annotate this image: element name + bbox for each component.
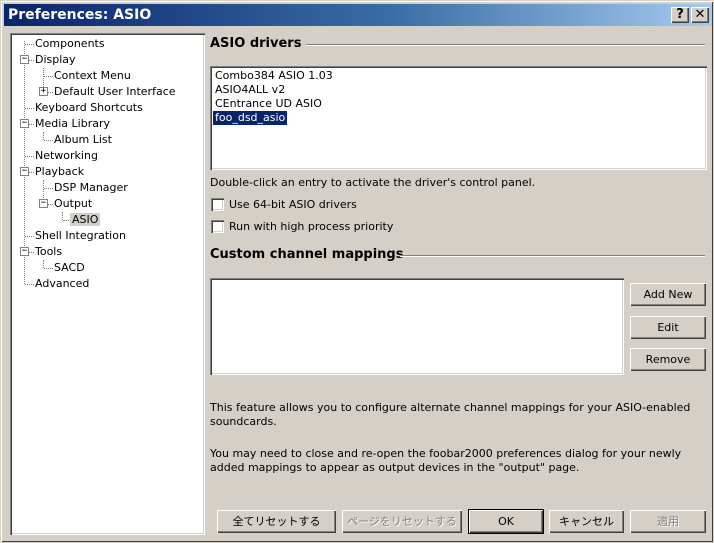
tree-item-label: Components	[35, 37, 105, 50]
tree-item-tools[interactable]: Tools	[33, 244, 64, 260]
expand-icon[interactable]: +	[39, 87, 48, 96]
help-icon: ?	[676, 7, 684, 22]
help-button[interactable]: ?	[671, 7, 689, 23]
mappings-info-text: This feature allows you to configure alt…	[210, 401, 691, 414]
tree-item-shell-integration[interactable]: Shell Integration	[33, 228, 128, 244]
tree-item-label: Keyboard Shortcuts	[35, 101, 143, 114]
tree-item-output[interactable]: Output	[52, 196, 94, 212]
tree-item-label: Shell Integration	[35, 229, 126, 242]
tree-item-keyboard-shortcuts[interactable]: Keyboard Shortcuts	[33, 100, 145, 116]
use-64bit-label[interactable]: Use 64-bit ASIO drivers	[229, 198, 357, 211]
high-priority-checkbox[interactable]	[211, 220, 224, 233]
tree-item-label: Context Menu	[54, 69, 131, 82]
tree-item-components[interactable]: Components	[33, 36, 107, 52]
preferences-tree[interactable]: Components − Display Context Menu + Defa…	[10, 33, 205, 535]
tree-line	[62, 212, 63, 220]
tree-item-context-menu[interactable]: Context Menu	[52, 68, 133, 84]
tree-item-label: Display	[35, 53, 76, 66]
ok-button[interactable]: OK	[469, 510, 543, 533]
tree-item-default-user-interface[interactable]: Default User Interface	[52, 84, 178, 100]
asio-drivers-heading: ASIO drivers	[210, 36, 302, 51]
section-divider	[400, 255, 705, 257]
apply-button[interactable]: 適用	[630, 510, 706, 533]
collapse-icon[interactable]: −	[20, 247, 29, 256]
tree-item-label: SACD	[54, 261, 85, 274]
tree-item-media-library[interactable]: Media Library	[33, 116, 112, 132]
tree-item-label: Album List	[54, 133, 112, 146]
tree-item-label: Advanced	[35, 277, 90, 290]
tree-item-dsp-manager[interactable]: DSP Manager	[52, 180, 130, 196]
use-64bit-checkbox[interactable]	[211, 198, 224, 211]
cancel-button[interactable]: キャンセル	[549, 510, 624, 533]
asio-driver-list[interactable]: Combo384 ASIO 1.03 ASIO4ALL v2 CEntrance…	[210, 66, 707, 170]
tree-item-advanced[interactable]: Advanced	[33, 276, 91, 292]
high-priority-label[interactable]: Run with high process priority	[229, 220, 393, 233]
window-title: Preferences: ASIO	[8, 7, 152, 23]
section-divider	[306, 44, 705, 46]
mappings-info-text: soundcards.	[210, 415, 277, 428]
tree-item-label: Default User Interface	[54, 85, 176, 98]
mappings-note-text: You may need to close and re-open the fo…	[210, 447, 682, 460]
close-icon: ✕	[694, 7, 706, 22]
tree-item-asio[interactable]: ASIO	[70, 212, 101, 228]
collapse-icon[interactable]: −	[39, 199, 48, 208]
tree-item-label: ASIO	[70, 213, 101, 226]
edit-button[interactable]: Edit	[630, 316, 706, 339]
tree-item-label: Output	[54, 197, 93, 210]
tree-line	[43, 132, 44, 140]
close-button[interactable]: ✕	[691, 7, 709, 23]
collapse-icon[interactable]: −	[20, 167, 29, 176]
driver-item-asio4all[interactable]: ASIO4ALL v2	[213, 83, 287, 97]
tree-item-label: Media Library	[35, 117, 110, 130]
tree-item-album-list[interactable]: Album List	[52, 132, 114, 148]
add-new-button[interactable]: Add New	[630, 283, 706, 306]
collapse-icon[interactable]: −	[20, 55, 29, 64]
tree-item-networking[interactable]: Networking	[33, 148, 100, 164]
tree-item-label: Tools	[35, 245, 63, 258]
tree-item-label: DSP Manager	[54, 181, 128, 194]
reset-all-button[interactable]: 全てリセットする	[217, 510, 336, 533]
channel-mappings-list[interactable]	[210, 278, 624, 375]
reset-page-button[interactable]: ページをリセットする	[342, 510, 462, 533]
title-bar[interactable]: Preferences: ASIO ? ✕	[4, 4, 712, 26]
mappings-note-text: added mappings to appear as output devic…	[210, 461, 580, 474]
channel-mappings-heading: Custom channel mappings	[210, 247, 404, 262]
tree-line	[43, 260, 44, 268]
driver-item-centrance[interactable]: CEntrance UD ASIO	[213, 97, 324, 111]
preferences-window: Preferences: ASIO ? ✕ Components − Displ…	[0, 0, 714, 543]
tree-item-label: Playback	[35, 165, 85, 178]
collapse-icon[interactable]: −	[20, 119, 29, 128]
driver-item-combo384[interactable]: Combo384 ASIO 1.03	[213, 69, 335, 83]
remove-button[interactable]: Remove	[630, 348, 706, 371]
tree-item-display[interactable]: Display	[33, 52, 78, 68]
tree-item-label: Networking	[35, 149, 98, 162]
driver-hint-text: Double-click an entry to activate the dr…	[210, 176, 536, 189]
tree-item-playback[interactable]: Playback	[33, 164, 86, 180]
tree-item-sacd[interactable]: SACD	[52, 260, 87, 276]
driver-item-foo-dsd-asio[interactable]: foo_dsd_asio	[211, 110, 289, 126]
